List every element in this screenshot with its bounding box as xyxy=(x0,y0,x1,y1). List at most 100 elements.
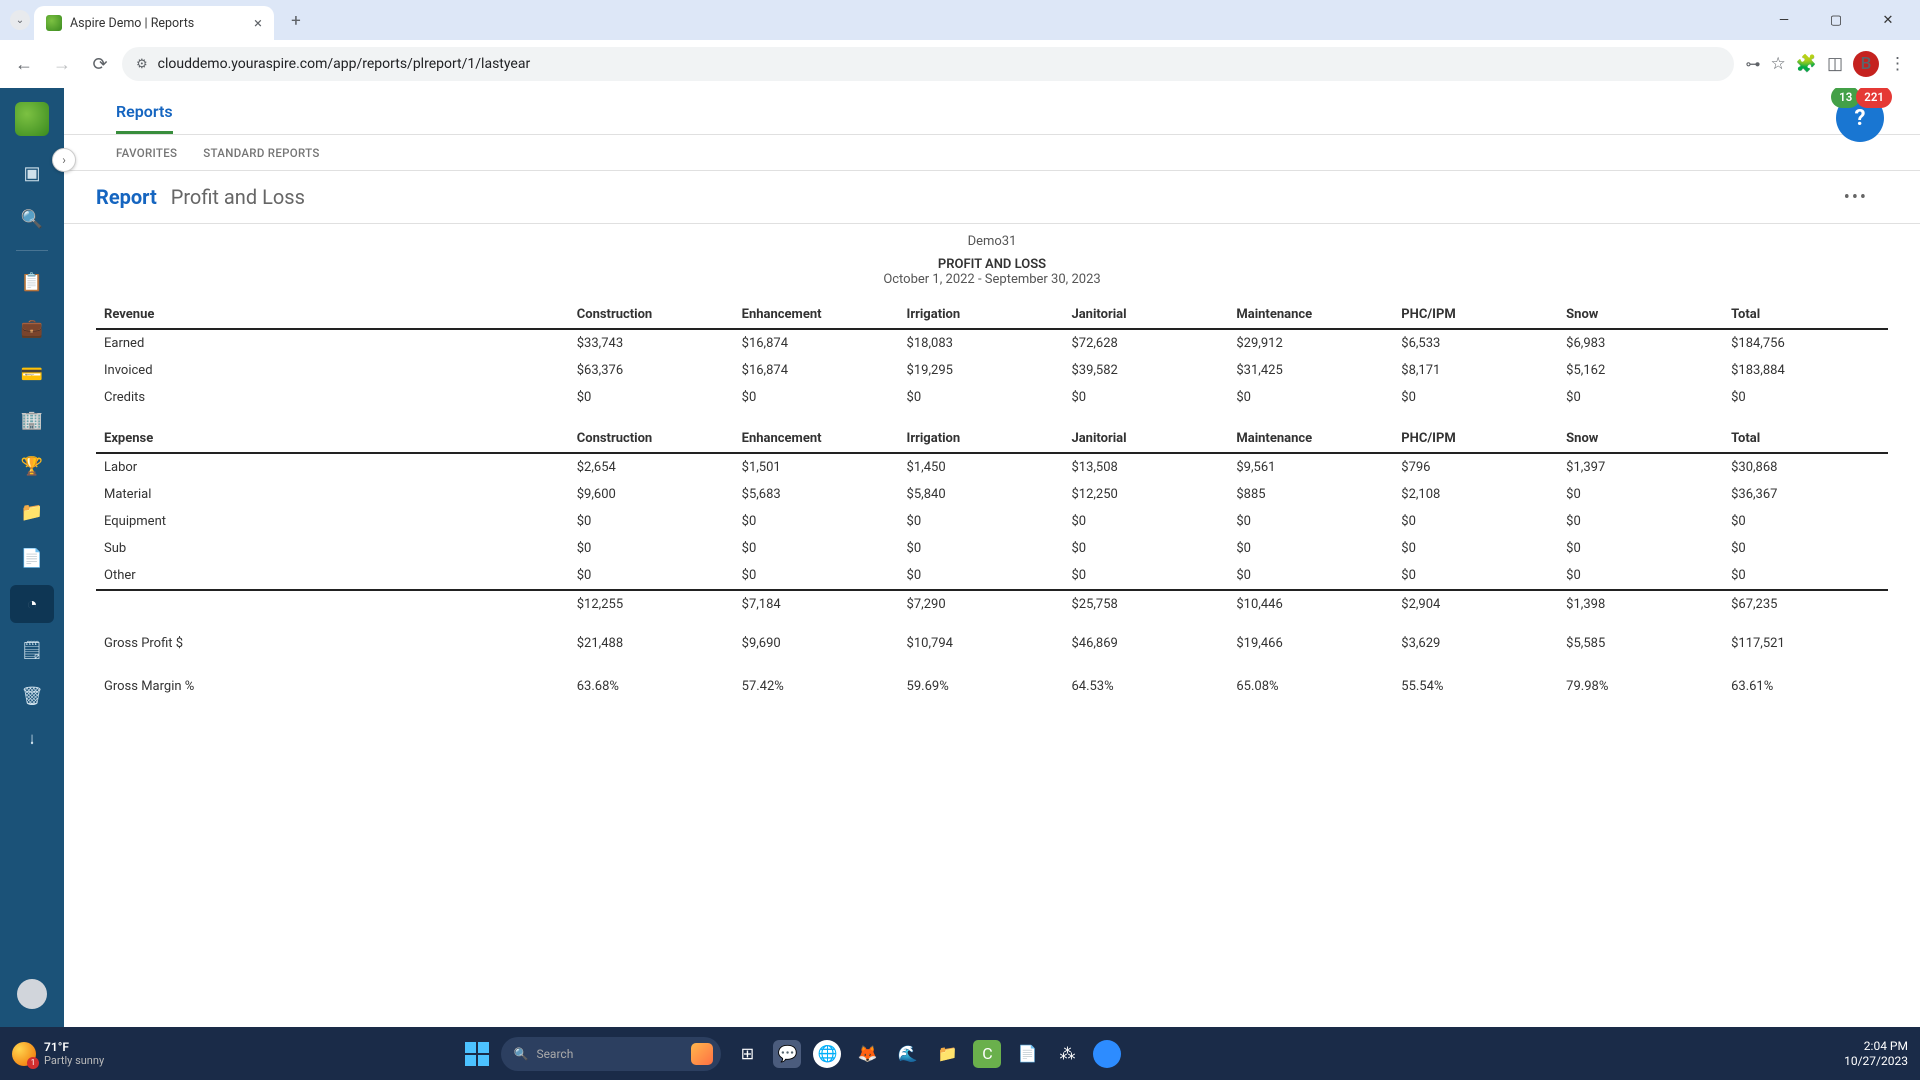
cell-value[interactable]: $0 xyxy=(899,535,1064,562)
cell-value[interactable]: $0 xyxy=(1558,535,1723,562)
cell-value[interactable]: $1,397 xyxy=(1558,453,1723,481)
cell-value[interactable]: $0 xyxy=(1063,535,1228,562)
cell-value[interactable]: $885 xyxy=(1228,481,1393,508)
cell-value[interactable]: $8,171 xyxy=(1393,357,1558,384)
cell-value[interactable]: $0 xyxy=(1723,562,1888,590)
close-icon[interactable]: × xyxy=(254,14,262,32)
cell-value[interactable]: $10,446 xyxy=(1228,590,1393,618)
row-label[interactable]: Other xyxy=(96,562,569,590)
cell-value[interactable]: $30,868 xyxy=(1723,453,1888,481)
password-key-icon[interactable]: ⊶ xyxy=(1746,55,1761,73)
site-settings-icon[interactable]: ⚙ xyxy=(136,57,148,72)
cell-value[interactable]: $39,582 xyxy=(1063,357,1228,384)
start-button[interactable] xyxy=(465,1042,489,1066)
row-label[interactable]: Sub xyxy=(96,535,569,562)
cell-value[interactable]: $0 xyxy=(569,508,734,535)
calculator-icon[interactable]: 🗒 xyxy=(10,631,54,669)
building-icon[interactable]: 🏢 xyxy=(10,401,54,439)
cell-value[interactable]: $63,376 xyxy=(569,357,734,384)
more-options-button[interactable]: ••• xyxy=(1844,187,1868,208)
bookmark-star-icon[interactable]: ☆ xyxy=(1771,54,1786,74)
cell-value[interactable]: $16,874 xyxy=(734,357,899,384)
close-window-button[interactable]: ✕ xyxy=(1868,13,1908,28)
side-panel-icon[interactable]: ◫ xyxy=(1827,54,1843,74)
cell-value[interactable]: $183,884 xyxy=(1723,357,1888,384)
cell-value[interactable]: $72,628 xyxy=(1063,329,1228,357)
cell-value[interactable]: $184,756 xyxy=(1723,329,1888,357)
cell-value[interactable]: $9,600 xyxy=(569,481,734,508)
cell-value[interactable]: $0 xyxy=(1558,481,1723,508)
trash-icon[interactable]: 🗑 xyxy=(10,677,54,715)
cell-value[interactable]: $29,912 xyxy=(1228,329,1393,357)
chrome-menu-icon[interactable]: ⋮ xyxy=(1889,54,1906,74)
zoom-icon[interactable] xyxy=(1093,1040,1121,1068)
taskbar-search[interactable]: 🔍 Search xyxy=(501,1037,721,1071)
maximize-button[interactable]: ▢ xyxy=(1816,13,1856,28)
cell-value[interactable]: $0 xyxy=(1393,508,1558,535)
cell-value[interactable]: $31,425 xyxy=(1228,357,1393,384)
cell-value[interactable]: $12,255 xyxy=(569,590,734,618)
explorer-icon[interactable]: 📁 xyxy=(933,1040,961,1068)
profile-avatar[interactable]: B xyxy=(1853,51,1879,77)
cell-value[interactable]: $1,501 xyxy=(734,453,899,481)
cell-value[interactable]: $0 xyxy=(734,562,899,590)
cell-value[interactable]: $0 xyxy=(734,535,899,562)
cell-value[interactable]: $0 xyxy=(1228,508,1393,535)
card-icon[interactable]: 💳 xyxy=(10,355,54,393)
row-label[interactable]: Material xyxy=(96,481,569,508)
document-icon[interactable]: 📄 xyxy=(10,539,54,577)
cell-value[interactable]: $18,083 xyxy=(899,329,1064,357)
cell-value[interactable]: $19,295 xyxy=(899,357,1064,384)
forward-button[interactable]: → xyxy=(46,48,78,80)
cell-value[interactable]: $2,904 xyxy=(1393,590,1558,618)
cell-value[interactable]: $0 xyxy=(1063,384,1228,411)
cell-value[interactable]: $0 xyxy=(1558,384,1723,411)
cell-value[interactable]: $9,561 xyxy=(1228,453,1393,481)
cell-value[interactable]: $0 xyxy=(1063,508,1228,535)
edge-icon[interactable]: 🌊 xyxy=(893,1040,921,1068)
reload-button[interactable]: ⟳ xyxy=(84,48,116,80)
cell-value[interactable]: $0 xyxy=(1393,562,1558,590)
cell-value[interactable]: $0 xyxy=(899,562,1064,590)
cell-value[interactable]: $0 xyxy=(569,535,734,562)
expand-sidebar-button[interactable]: › xyxy=(52,148,76,172)
notification-badges[interactable]: 13 221 xyxy=(1831,88,1892,108)
reports-pie-icon[interactable]: ◔ xyxy=(10,585,54,623)
cell-value[interactable]: $0 xyxy=(569,562,734,590)
cell-value[interactable]: $6,983 xyxy=(1558,329,1723,357)
new-tab-button[interactable]: + xyxy=(282,7,310,35)
clipboard-icon[interactable]: 📋 xyxy=(10,263,54,301)
cell-value[interactable]: $25,758 xyxy=(1063,590,1228,618)
cell-value[interactable]: $0 xyxy=(1558,508,1723,535)
cell-value[interactable]: $13,508 xyxy=(1063,453,1228,481)
cell-value[interactable]: $0 xyxy=(899,384,1064,411)
cell-value[interactable]: $67,235 xyxy=(1723,590,1888,618)
back-button[interactable]: ← xyxy=(8,48,40,80)
dashboard-icon[interactable]: ▣ xyxy=(10,154,54,192)
cell-value[interactable]: $1,398 xyxy=(1558,590,1723,618)
cell-value[interactable]: $12,250 xyxy=(1063,481,1228,508)
search-icon[interactable]: 🔍 xyxy=(10,200,54,238)
cell-value[interactable]: $0 xyxy=(734,508,899,535)
tab-list-dropdown[interactable]: ⌄ xyxy=(10,10,30,30)
cell-value[interactable]: $6,533 xyxy=(1393,329,1558,357)
org-icon[interactable]: ᛍ xyxy=(10,723,54,761)
task-view-icon[interactable]: ⊞ xyxy=(733,1040,761,1068)
cell-value[interactable]: $33,743 xyxy=(569,329,734,357)
row-label[interactable]: Equipment xyxy=(96,508,569,535)
chat-icon[interactable]: 💬 xyxy=(773,1040,801,1068)
tab-favorites[interactable]: FAVORITES xyxy=(116,146,177,160)
tab-standard-reports[interactable]: STANDARD REPORTS xyxy=(203,146,319,160)
cell-value[interactable]: $0 xyxy=(1228,562,1393,590)
briefcase-icon[interactable]: 💼 xyxy=(10,309,54,347)
cell-value[interactable]: $0 xyxy=(1558,562,1723,590)
cell-value[interactable]: $7,290 xyxy=(899,590,1064,618)
extensions-icon[interactable]: 🧩 xyxy=(1796,54,1817,74)
cell-value[interactable]: $5,840 xyxy=(899,481,1064,508)
cell-value[interactable]: $796 xyxy=(1393,453,1558,481)
trophy-icon[interactable]: 🏆 xyxy=(10,447,54,485)
cell-value[interactable]: $5,162 xyxy=(1558,357,1723,384)
cell-value[interactable]: $0 xyxy=(569,384,734,411)
cell-value[interactable]: $0 xyxy=(1393,535,1558,562)
chrome-icon[interactable]: 🌐 xyxy=(813,1040,841,1068)
